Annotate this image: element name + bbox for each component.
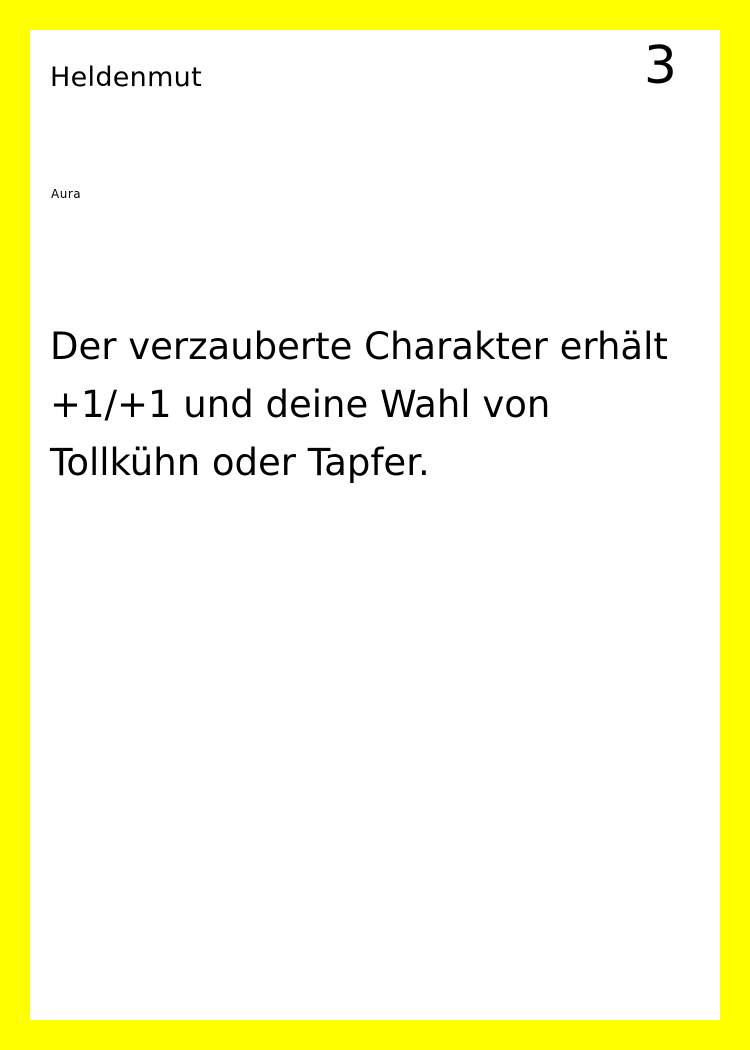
card-type: Aura [51,187,82,201]
card-cost: 3 [643,36,677,96]
card-frame: Heldenmut 3 Aura Der verzauberte Charakt… [30,30,720,1020]
card-name: Heldenmut [50,62,202,93]
card-rules-text: Der verzauberte Charakter erhält +1/+1 u… [50,325,668,484]
